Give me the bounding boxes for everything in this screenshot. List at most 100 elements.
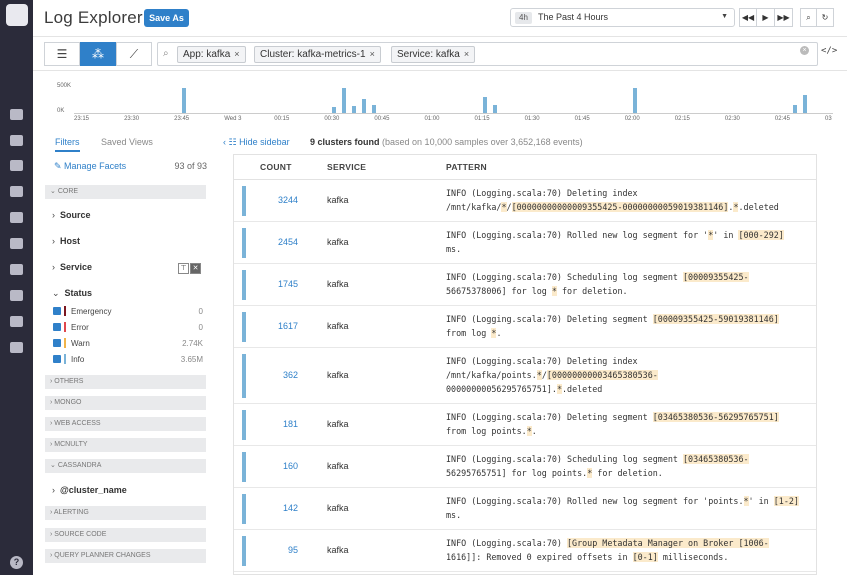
- histogram-bar[interactable]: [482, 97, 487, 113]
- histogram-bar[interactable]: [332, 107, 337, 113]
- notebooks-icon[interactable]: [10, 316, 23, 327]
- row-volume-indicator: [242, 410, 246, 440]
- remove-chip-icon[interactable]: ×: [464, 49, 469, 59]
- status-info[interactable]: Info 3.65M: [53, 354, 203, 366]
- checkbox[interactable]: [53, 339, 61, 347]
- facet-group-web-access[interactable]: › WEB ACCESS: [45, 417, 206, 431]
- filter-chip-cluster[interactable]: Cluster: kafka-metrics-1 ×: [254, 46, 381, 63]
- remove-chip-icon[interactable]: ×: [234, 49, 239, 59]
- histogram-bar[interactable]: [362, 99, 367, 113]
- hide-sidebar-link[interactable]: ‹ ☷ Hide sidebar: [223, 137, 290, 148]
- checkbox[interactable]: [53, 355, 61, 363]
- synthetics-icon[interactable]: [10, 238, 23, 249]
- facet-group-mongo[interactable]: › MONGO: [45, 396, 206, 410]
- facet-group-mcnulty[interactable]: › MCNULTY: [45, 438, 206, 452]
- row-count[interactable]: 160: [262, 461, 298, 471]
- forward-icon[interactable]: ▶▶: [775, 8, 793, 27]
- facet-source[interactable]: › Source: [52, 210, 91, 220]
- apm-icon[interactable]: [10, 109, 23, 120]
- clear-query-icon[interactable]: ×: [800, 46, 809, 55]
- column-header-pattern[interactable]: PATTERN: [446, 162, 487, 172]
- histogram-bar[interactable]: [492, 105, 497, 113]
- facets-sidebar: Filters Saved Views ✎ Manage Facets 93 o…: [33, 131, 219, 575]
- tab-saved-views[interactable]: Saved Views: [101, 137, 153, 147]
- status-warn[interactable]: Warn 2.74K: [53, 338, 203, 350]
- list-view-icon[interactable]: ☰: [44, 42, 80, 66]
- histogram-bar[interactable]: [352, 106, 357, 113]
- dashboards-icon[interactable]: [10, 135, 23, 146]
- code-view-icon[interactable]: </>: [821, 46, 837, 56]
- facet-group-source-code[interactable]: › SOURCE CODE: [45, 528, 206, 542]
- pattern-row[interactable]: 1745 kafka INFO (Logging.scala:70) Schedul…: [234, 264, 816, 306]
- tab-filters[interactable]: Filters: [55, 137, 80, 152]
- histogram-bar[interactable]: [792, 105, 797, 113]
- facet-group-cassandra[interactable]: ⌄ CASSANDRA: [45, 459, 206, 473]
- pattern-row[interactable]: 3244 kafka INFO (Logging.scala:70) Deletin…: [234, 180, 816, 222]
- integrations-icon[interactable]: [10, 264, 23, 275]
- facet-group-core[interactable]: ⌄ CORE: [45, 185, 206, 199]
- filter-chip-service[interactable]: Service: kafka ×: [391, 46, 476, 63]
- row-count[interactable]: 95: [262, 545, 298, 555]
- row-count[interactable]: 1617: [262, 321, 298, 331]
- row-count[interactable]: 3244: [262, 195, 298, 205]
- column-header-service[interactable]: SERVICE: [327, 162, 366, 172]
- patterns-table: COUNT SERVICE PATTERN 3244 kafka INFO (Log…: [233, 154, 817, 575]
- search-input[interactable]: ⌕ App: kafka × Cluster: kafka-metrics-1 × …: [157, 42, 818, 66]
- zoom-icon[interactable]: ⌕: [800, 8, 817, 27]
- row-count[interactable]: 142: [262, 503, 298, 513]
- filter-chip-app[interactable]: App: kafka ×: [177, 46, 246, 63]
- histogram-bar[interactable]: [182, 88, 187, 113]
- logs-icon[interactable]: [10, 290, 23, 301]
- checkbox[interactable]: [53, 323, 61, 331]
- monitors-icon[interactable]: [10, 212, 23, 223]
- facet-group-alerting[interactable]: › ALERTING: [45, 506, 206, 520]
- histogram-bar[interactable]: [342, 88, 347, 113]
- datadog-logo-icon[interactable]: [6, 4, 28, 26]
- chevron-left-icon: ‹ ☷: [223, 137, 240, 147]
- nav-rail: ?: [0, 0, 33, 575]
- save-as-button[interactable]: Save As: [144, 9, 189, 27]
- manage-facets-link[interactable]: ✎ Manage Facets: [54, 161, 126, 172]
- metrics-icon[interactable]: [10, 160, 23, 171]
- analytics-view-icon[interactable]: ⟋: [116, 42, 152, 66]
- pattern-row[interactable]: 1617 kafka INFO (Logging.scala:70) Deletin…: [234, 306, 816, 348]
- infrastructure-icon[interactable]: [10, 186, 23, 197]
- histogram-bar[interactable]: [372, 105, 377, 113]
- patterns-view-icon[interactable]: ⁂: [80, 42, 116, 66]
- security-icon[interactable]: [10, 342, 23, 353]
- rewind-icon[interactable]: ◀◀: [739, 8, 757, 27]
- pattern-row[interactable]: 142 kafka INFO (Logging.scala:70) Rolled n…: [234, 488, 816, 530]
- time-range-tag: 4h: [515, 12, 532, 24]
- pattern-row[interactable]: 181 kafka INFO (Logging.scala:70) Deleting…: [234, 404, 816, 446]
- row-count[interactable]: 1745: [262, 279, 298, 289]
- pattern-row[interactable]: 160 kafka INFO (Logging.scala:70) Scheduli…: [234, 446, 816, 488]
- pattern-row[interactable]: 362 kafka INFO (Logging.scala:70) Deleting…: [234, 348, 816, 404]
- play-icon[interactable]: ▶: [757, 8, 775, 27]
- help-icon[interactable]: ?: [10, 556, 23, 569]
- facet-host[interactable]: › Host: [52, 236, 80, 246]
- facet-group-others[interactable]: › OTHERS: [45, 375, 206, 389]
- pattern-row[interactable]: 2454 kafka INFO (Logging.scala:70) Rolled …: [234, 222, 816, 264]
- facet-status[interactable]: ⌄ Status: [52, 288, 92, 299]
- row-count[interactable]: 362: [262, 370, 298, 380]
- histogram-bar[interactable]: [632, 88, 637, 113]
- y-axis-label: 0K: [57, 108, 65, 114]
- filter-icon[interactable]: ⊤: [178, 263, 189, 274]
- time-range-select[interactable]: 4h The Past 4 Hours ▼: [510, 8, 735, 27]
- remove-chip-icon[interactable]: ×: [370, 49, 375, 59]
- checkbox[interactable]: [53, 307, 61, 315]
- log-volume-histogram[interactable]: 500K 0K 23:15 23:30 23:45 Wed 3 00:15 00:30 00…: [33, 71, 847, 131]
- refresh-icon[interactable]: ↻: [817, 8, 834, 27]
- facet-cluster-name[interactable]: › @cluster_name: [52, 485, 127, 495]
- status-error[interactable]: Error 0: [53, 322, 203, 334]
- row-count[interactable]: 181: [262, 419, 298, 429]
- x-tick-label: 01:30: [524, 116, 540, 122]
- facet-service[interactable]: › Service: [52, 262, 92, 272]
- pattern-row[interactable]: 95 kafka INFO (Logging.scala:70) [Group Me…: [234, 530, 816, 572]
- column-header-count[interactable]: COUNT: [260, 162, 292, 172]
- row-count[interactable]: 2454: [262, 237, 298, 247]
- status-emergency[interactable]: Emergency 0: [53, 306, 203, 318]
- close-icon[interactable]: ✕: [190, 263, 201, 274]
- facet-group-query-planner-changes[interactable]: › QUERY PLANNER CHANGES: [45, 549, 206, 563]
- histogram-bar[interactable]: [802, 95, 807, 113]
